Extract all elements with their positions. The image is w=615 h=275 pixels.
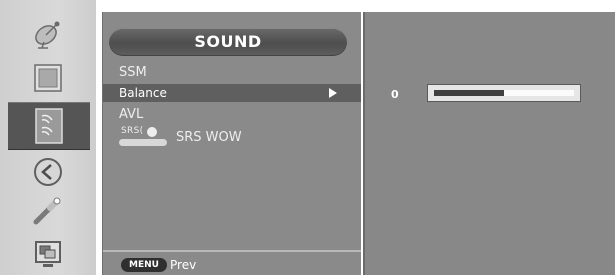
submenu-arrow-icon — [329, 88, 337, 98]
menu-item-label: SSM — [119, 65, 147, 80]
menu-item-label: Balance — [119, 86, 167, 100]
footer-divider — [103, 250, 361, 252]
balance-slider[interactable] — [427, 84, 581, 102]
menu-item-label: AVL — [119, 107, 144, 122]
rail-item-special[interactable] — [28, 192, 68, 232]
sound-speaker-icon — [35, 108, 63, 144]
arrow-left-circle-icon — [34, 158, 62, 186]
picture-satellite-icon — [35, 21, 60, 49]
rail-item-time[interactable] — [28, 152, 68, 192]
footer-hint: MENU Prev — [121, 258, 196, 272]
tv-osd-screen: SOUND SSM Balance AVL SRS( SRS WOW MENU … — [0, 0, 615, 275]
menu-item-srs-wow[interactable]: SRS WOW — [176, 130, 242, 145]
menu-item-balance[interactable]: Balance — [103, 84, 361, 102]
balance-slider-track — [434, 90, 574, 96]
menu-title: SOUND — [109, 28, 347, 56]
balance-adjust-panel: 0 — [363, 12, 615, 275]
rail-item-screen[interactable] — [28, 58, 68, 98]
srs-logo-icon: SRS( — [119, 126, 171, 150]
prev-label: Prev — [170, 258, 197, 272]
balance-slider-fill — [434, 90, 504, 96]
rail-item-sound[interactable] — [8, 102, 90, 150]
pip-icon — [35, 241, 61, 267]
rail-item-pip[interactable] — [28, 234, 68, 274]
rail-item-picture[interactable] — [28, 14, 68, 54]
screen-icon — [34, 64, 62, 92]
sound-menu-panel: SOUND SSM Balance AVL SRS( SRS WOW MENU … — [102, 12, 361, 275]
menu-key-icon: MENU — [121, 258, 167, 272]
settings-wrench-icon — [33, 197, 61, 225]
menu-item-avl[interactable]: AVL — [119, 107, 143, 123]
balance-value: 0 — [391, 88, 399, 101]
category-rail — [0, 0, 96, 275]
menu-item-ssm[interactable]: SSM — [119, 65, 147, 81]
